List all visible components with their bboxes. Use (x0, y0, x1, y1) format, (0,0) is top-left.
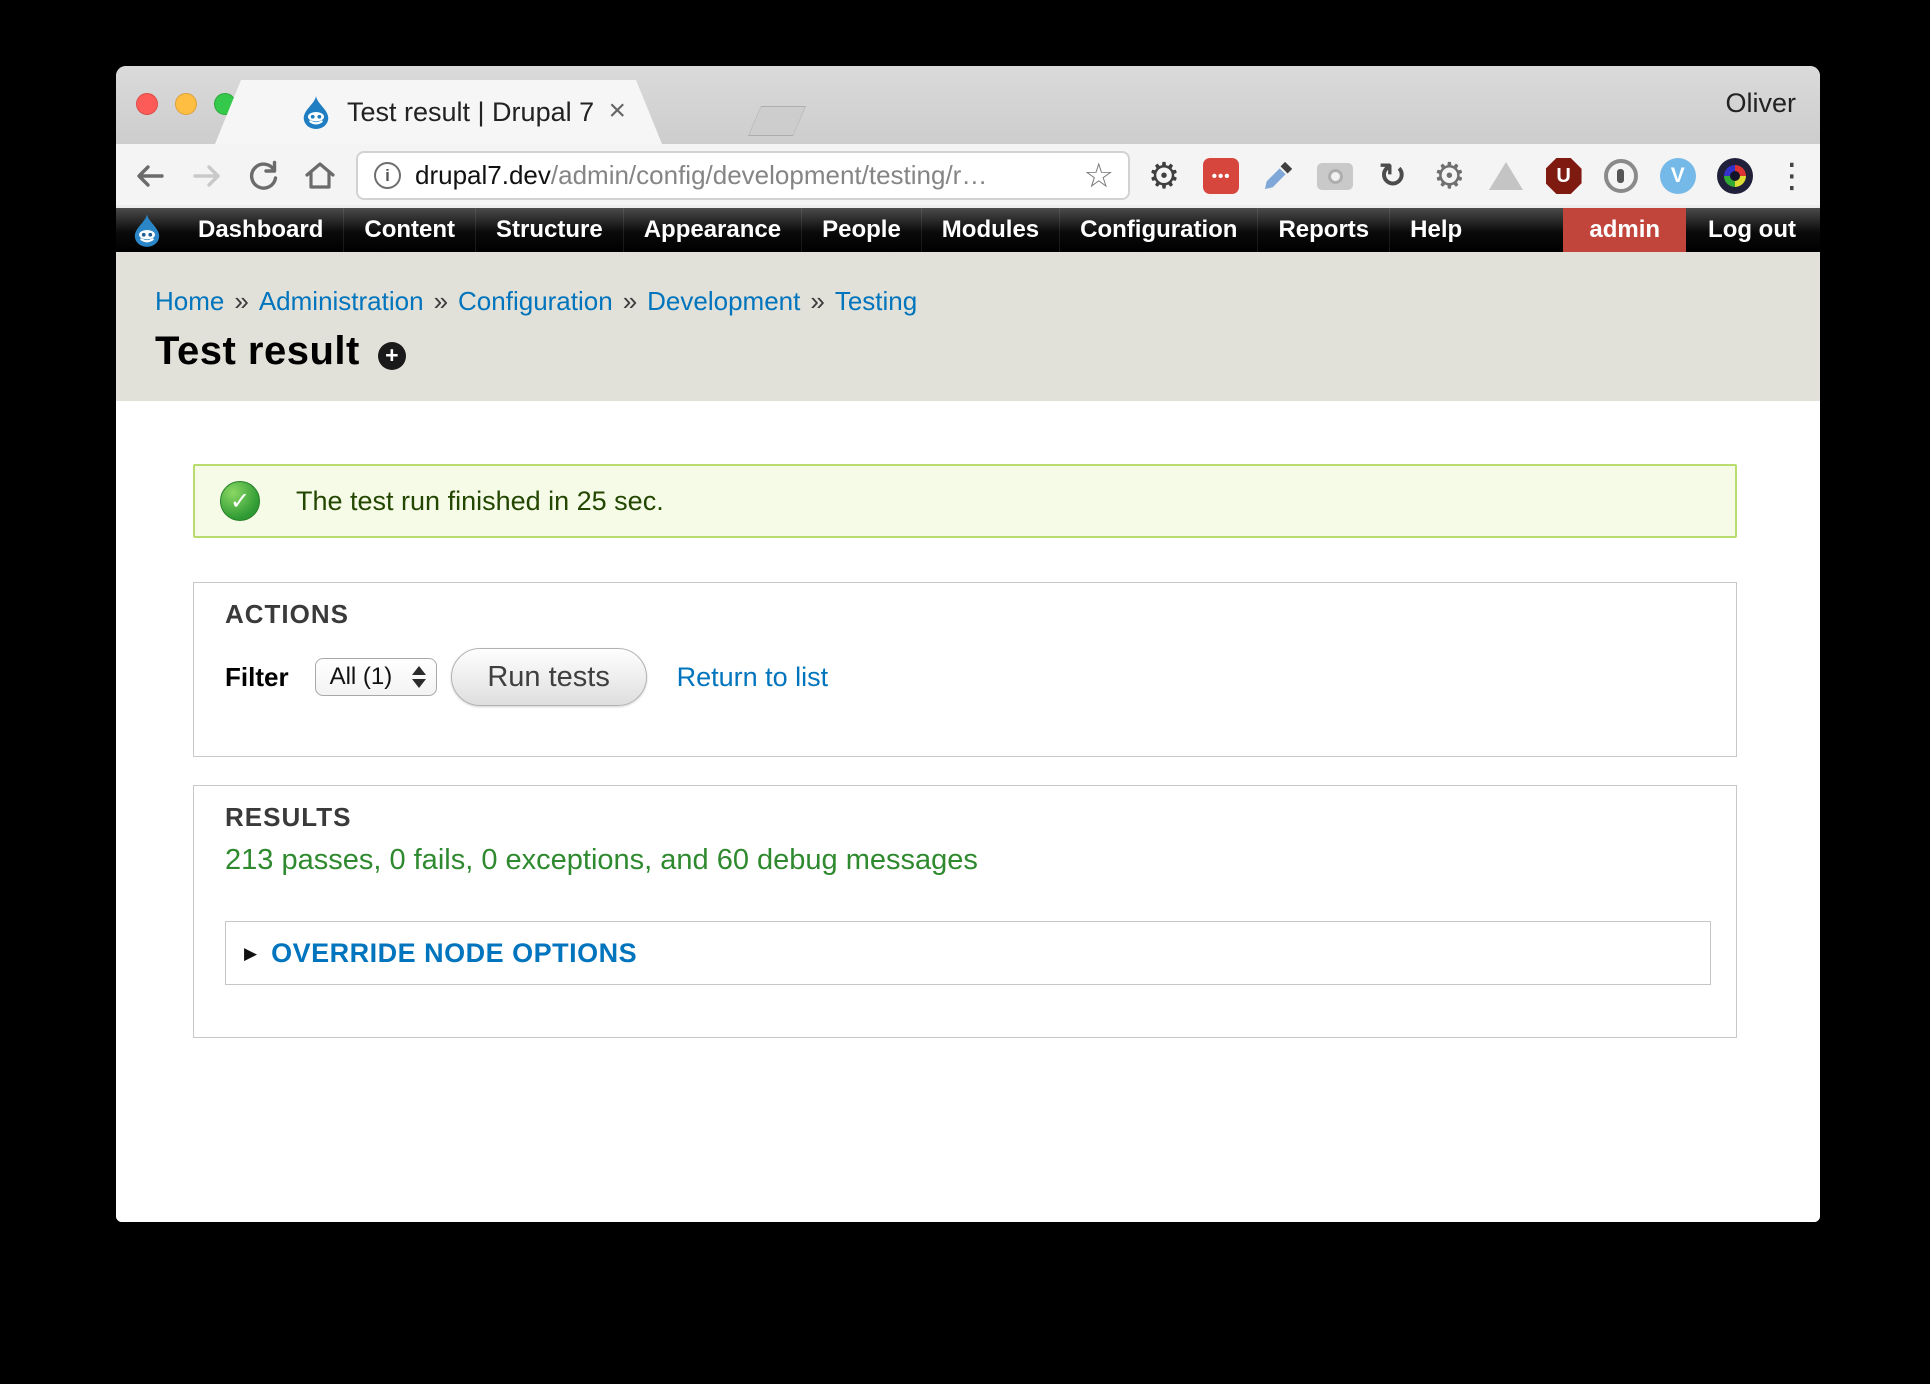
results-fieldset: RESULTS 213 passes, 0 fails, 0 exception… (193, 785, 1737, 1038)
page-header: Home » Administration » Configuration » Develo… (116, 252, 1820, 401)
browser-tab[interactable]: Test result | Drupal 7 × (215, 80, 662, 144)
run-tests-button[interactable]: Run tests (451, 648, 647, 706)
filter-select-value: All (1) (330, 663, 393, 691)
toolbar-user-area: admin Log out (1563, 208, 1820, 252)
ring-extension-icon[interactable] (1599, 154, 1643, 198)
camera-extension-icon[interactable] (1313, 154, 1357, 198)
kebab-menu-icon: ⋮ (1775, 159, 1809, 193)
breadcrumb-configuration[interactable]: Configuration (458, 286, 613, 316)
refresh-monitor-extension-icon[interactable]: ↻ (1370, 154, 1414, 198)
actions-legend: ACTIONS (225, 599, 349, 630)
breadcrumb-separator: » (623, 286, 637, 316)
back-button[interactable] (130, 156, 170, 196)
extensions-row: ⚙ ••• ↻ ⚙ (1142, 154, 1814, 198)
breadcrumb-separator: » (434, 286, 448, 316)
screenshot-root: Test result | Drupal 7 × Oliver (0, 0, 1930, 1384)
home-icon (302, 158, 338, 194)
toolbar-item-help[interactable]: Help (1389, 208, 1482, 252)
drupal-home-button[interactable] (116, 208, 178, 252)
bookmark-star-icon[interactable]: ☆ (1084, 159, 1114, 193)
status-message: ✓ The test run finished in 25 sec. (193, 464, 1737, 538)
drupal-logo-icon (132, 213, 162, 247)
vimeo-extension-icon[interactable]: V (1656, 154, 1700, 198)
lens-extension-icon[interactable] (1713, 154, 1757, 198)
toolbar-logout-link[interactable]: Log out (1686, 208, 1820, 252)
actions-row: Filter All (1) Run tests Return to list (225, 647, 828, 707)
eyedropper-extension-icon[interactable] (1256, 154, 1300, 198)
page-title: Test result (155, 329, 360, 374)
mac-minimize-button[interactable] (175, 93, 197, 115)
status-message-text: The test run finished in 25 sec. (296, 486, 664, 517)
filter-select[interactable]: All (1) (315, 658, 437, 696)
drupal-favicon (299, 95, 333, 129)
toolbar-item-modules[interactable]: Modules (921, 208, 1059, 252)
toolbar-item-appearance[interactable]: Appearance (623, 208, 801, 252)
forward-arrow-icon (189, 158, 225, 194)
toolbar-item-structure[interactable]: Structure (475, 208, 623, 252)
tab-close-icon[interactable]: × (608, 80, 626, 144)
tab-title: Test result | Drupal 7 (347, 80, 594, 144)
shortcut-add-icon[interactable]: + (378, 342, 406, 370)
drive-triangle-icon (1489, 162, 1523, 190)
return-to-list-link[interactable]: Return to list (677, 662, 829, 693)
camera-icon (1317, 163, 1353, 190)
password-manager-extension-icon[interactable]: ••• (1199, 154, 1243, 198)
url-host: drupal7.dev (415, 160, 551, 190)
breadcrumb-testing[interactable]: Testing (835, 286, 917, 316)
filter-label: Filter (225, 662, 289, 693)
drupal-admin-toolbar: Dashboard Content Structure Appearance P… (116, 208, 1820, 252)
chrome-profile-name[interactable]: Oliver (1725, 88, 1796, 119)
success-check-icon: ✓ (220, 481, 260, 521)
breadcrumb-administration[interactable]: Administration (259, 286, 424, 316)
chrome-menu-button[interactable]: ⋮ (1770, 154, 1814, 198)
actions-fieldset: ACTIONS Filter All (1) Run tests Return … (193, 582, 1737, 757)
new-tab-button-face (749, 107, 805, 135)
new-tab-button[interactable] (748, 106, 806, 136)
toolbar-user-admin[interactable]: admin (1563, 208, 1686, 252)
keyhole-circle-icon (1604, 159, 1638, 193)
back-arrow-icon (132, 158, 168, 194)
page-content: ✓ The test run finished in 25 sec. ACTIO… (116, 401, 1820, 1222)
url-text: drupal7.dev/admin/config/development/tes… (415, 160, 987, 191)
toolbar-item-reports[interactable]: Reports (1257, 208, 1389, 252)
collapsed-arrow-icon: ▶ (244, 945, 257, 962)
breadcrumb: Home » Administration » Configuration » Develo… (155, 286, 1820, 317)
gear-extension-icon[interactable]: ⚙ (1142, 154, 1186, 198)
reload-button[interactable] (243, 156, 283, 196)
browser-navbar: i drupal7.dev/admin/config/development/t… (116, 144, 1820, 208)
mac-close-button[interactable] (136, 93, 158, 115)
camera-lens-icon (1717, 158, 1753, 194)
toolbar-item-people[interactable]: People (801, 208, 921, 252)
override-node-options-label: OVERRIDE NODE OPTIONS (271, 938, 637, 969)
results-legend: RESULTS (225, 802, 351, 833)
drive-extension-icon[interactable] (1484, 154, 1528, 198)
ublock-extension-icon[interactable]: U (1542, 154, 1586, 198)
gear-alt-extension-icon[interactable]: ⚙ (1427, 154, 1471, 198)
url-bar[interactable]: i drupal7.dev/admin/config/development/t… (356, 151, 1130, 200)
reload-icon (245, 158, 281, 194)
results-summary: 213 passes, 0 fails, 0 exceptions, and 6… (225, 844, 978, 877)
browser-titlebar: Test result | Drupal 7 × Oliver (116, 66, 1820, 144)
toolbar-item-dashboard[interactable]: Dashboard (178, 208, 343, 252)
password-dots-icon: ••• (1203, 158, 1239, 194)
toolbar-item-content[interactable]: Content (343, 208, 475, 252)
override-node-options-fieldset[interactable]: ▶ OVERRIDE NODE OPTIONS (225, 921, 1711, 985)
home-button[interactable] (300, 156, 340, 196)
breadcrumb-separator: » (234, 286, 248, 316)
title-row: Test result + (155, 329, 1820, 374)
breadcrumb-separator: » (810, 286, 824, 316)
forward-button[interactable] (187, 156, 227, 196)
select-arrows-icon (412, 666, 426, 688)
toolbar-item-configuration[interactable]: Configuration (1059, 208, 1257, 252)
eyedropper-icon (1261, 159, 1295, 193)
vimeo-circle-icon: V (1660, 158, 1696, 194)
url-path: /admin/config/development/testing/r… (551, 160, 987, 190)
breadcrumb-home[interactable]: Home (155, 286, 224, 316)
page-info-icon[interactable]: i (374, 162, 401, 189)
breadcrumb-development[interactable]: Development (647, 286, 800, 316)
browser-window: Test result | Drupal 7 × Oliver (116, 66, 1820, 1222)
ublock-octagon-icon: U (1546, 158, 1582, 194)
